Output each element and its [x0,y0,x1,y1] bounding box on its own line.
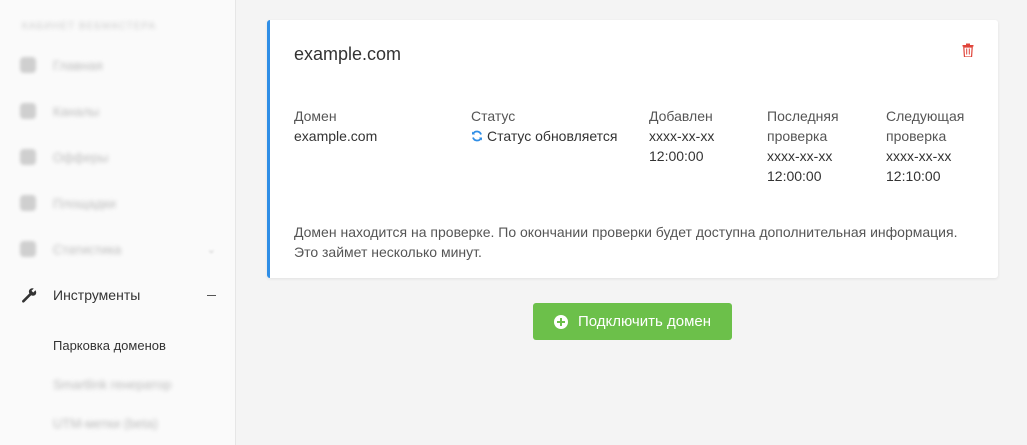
domain-label: Домен [294,108,337,124]
connect-domain-button[interactable]: Подключить домен [533,303,732,340]
last-check-value: xxxx-xx-xx 12:00:00 [767,148,833,184]
chevron-down-icon: ⌄ [206,243,216,256]
sidebar-subitem-smartlink[interactable]: Smartlink генератор [53,377,171,392]
next-check-column: Следующая проверка xxxx-xx-xx 12:10:00 [886,106,964,186]
sidebar-header: кабинет вебмастера [22,21,157,32]
sidebar-item-label: Статистика [53,241,122,257]
chart-icon [20,241,36,257]
sidebar-item-channels[interactable]: Каналы [0,96,236,126]
collapse-icon[interactable] [207,295,216,296]
connect-domain-label: Подключить домен [577,313,712,330]
plus-circle-icon [553,314,568,329]
sidebar-subitem-utm[interactable]: UTM-метки (beta) [53,416,158,431]
sidebar-item-tools[interactable]: Инструменты [0,280,236,310]
last-check-label: Последняя проверка [767,108,839,144]
trash-icon[interactable] [962,43,974,57]
added-value: xxxx-xx-xx 12:00:00 [649,128,715,164]
sidebar-item-statistics[interactable]: Статистика ⌄ [0,234,236,264]
wrench-icon [22,288,37,303]
sidebar-item-label: Площадки [53,195,116,211]
next-check-label: Следующая проверка [886,108,965,144]
status-value: Статус обновляется [487,128,618,144]
sidebar-item-offers[interactable]: Офферы [0,142,236,172]
sidebar-item-label: Инструменты [53,287,141,303]
verification-note: Домен находится на проверке. По окончани… [294,224,958,260]
added-column: Добавлен xxxx-xx-xx 12:00:00 [649,106,714,166]
domain-value: example.com [294,128,378,144]
sidebar-item-label: Каналы [53,103,100,119]
platforms-icon [20,195,36,211]
offers-icon [20,149,36,165]
refresh-icon [472,130,482,142]
channels-icon [20,103,36,119]
added-label: Добавлен [649,108,713,124]
sidebar-item-label: Офферы [53,149,109,165]
sidebar: кабинет вебмастера Главная Каналы Офферы… [0,0,236,445]
sidebar-item-platforms[interactable]: Площадки [0,188,236,218]
domain-title: example.com [294,44,402,64]
next-check-value: xxxx-xx-xx 12:10:00 [886,148,952,184]
status-column: Статус Статус обновляется [471,106,618,146]
domain-card: example.com Домен example.com Статус Ста… [267,20,998,278]
status-label: Статус [471,108,516,124]
sidebar-item-label: Главная [53,57,103,73]
sidebar-subitem-domain-parking[interactable]: Парковка доменов [53,338,166,353]
domain-column: Домен example.com [294,106,377,146]
sidebar-item-home[interactable]: Главная [0,50,236,80]
last-check-column: Последняя проверка xxxx-xx-xx 12:00:00 [767,106,839,186]
home-icon [20,57,36,73]
